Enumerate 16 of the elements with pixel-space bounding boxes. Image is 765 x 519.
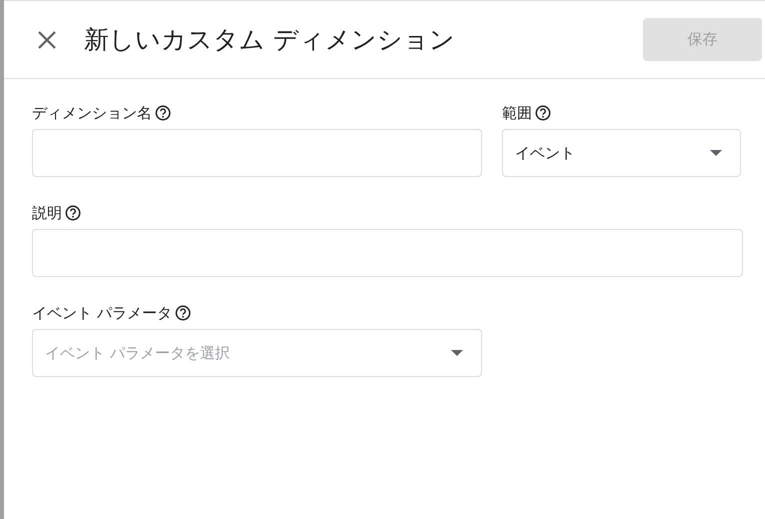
help-icon: [174, 305, 191, 321]
close-icon: [38, 30, 56, 48]
help-icon: [535, 105, 551, 121]
text-field[interactable]: [32, 229, 743, 277]
dropdown[interactable]: イベント パラメータを選択: [32, 329, 482, 377]
help-icon: [65, 205, 81, 221]
field-label: 説明: [32, 204, 62, 222]
help-icon: [155, 105, 171, 121]
dropdown[interactable]: イベント: [502, 129, 741, 177]
field-label: イベント パラメータ: [32, 304, 172, 322]
dialog-title: 新しいカスタム ディメンション: [84, 24, 456, 56]
field-label: ディメンション名: [32, 104, 152, 122]
text-field[interactable]: [32, 129, 482, 177]
field-label: 範囲: [502, 104, 532, 122]
caret-icon: [451, 350, 463, 356]
caret-icon: [710, 150, 722, 156]
